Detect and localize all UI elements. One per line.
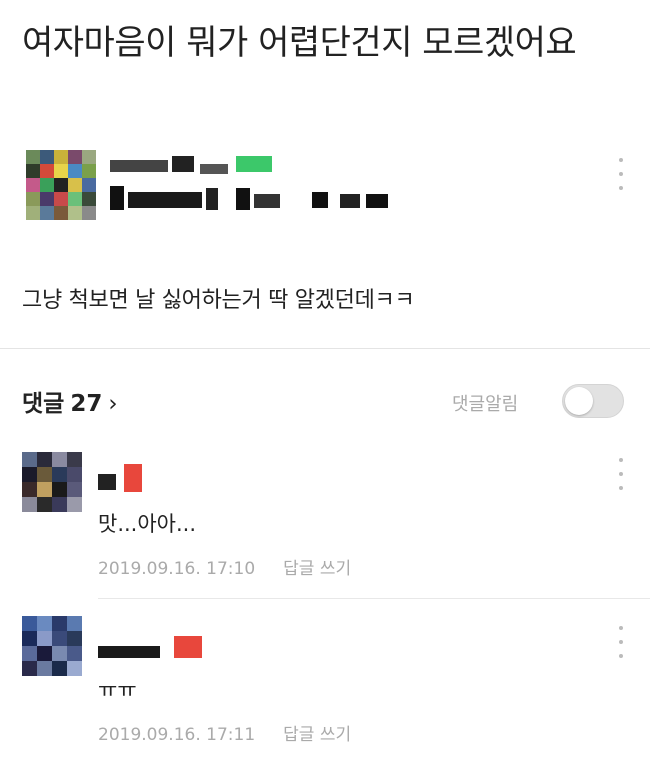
- chevron-right-icon: ›: [108, 391, 118, 417]
- comment-meta: 2019.09.16. 17:10 답글 쓰기: [98, 554, 351, 579]
- comment-meta: 2019.09.16. 17:11 답글 쓰기: [98, 720, 351, 745]
- comment-text: 맛...아아...: [98, 512, 197, 536]
- toggle-knob: [565, 387, 593, 415]
- comment-more-icon[interactable]: [616, 458, 626, 490]
- reply-link[interactable]: 답글 쓰기: [283, 725, 351, 745]
- divider: [0, 348, 650, 349]
- post-title: 여자마음이 뭐가 어렵단건지 모르겠어요: [22, 23, 577, 63]
- comment-timestamp: 2019.09.16. 17:10: [98, 559, 256, 579]
- comment-text: ㅠㅠ: [98, 678, 137, 702]
- more-vertical-icon[interactable]: [616, 158, 626, 190]
- post-body: 그냥 척보면 날 싫어하는거 딱 알겠던데ㅋㅋ: [22, 288, 415, 313]
- comment-avatar[interactable]: [22, 452, 82, 512]
- comment-timestamp: 2019.09.16. 17:11: [98, 725, 256, 745]
- comments-header[interactable]: 댓글 27 ›: [22, 384, 118, 418]
- comment-divider: [98, 598, 650, 599]
- comment-alarm-label: 댓글알림: [452, 394, 519, 415]
- comment-alarm-toggle[interactable]: [562, 384, 624, 418]
- comment-avatar[interactable]: [22, 616, 82, 676]
- comments-label: 댓글: [22, 391, 65, 417]
- reply-link[interactable]: 답글 쓰기: [283, 559, 351, 579]
- comment-more-icon[interactable]: [616, 626, 626, 658]
- comments-count: 27: [70, 391, 103, 417]
- author-avatar[interactable]: [26, 150, 96, 220]
